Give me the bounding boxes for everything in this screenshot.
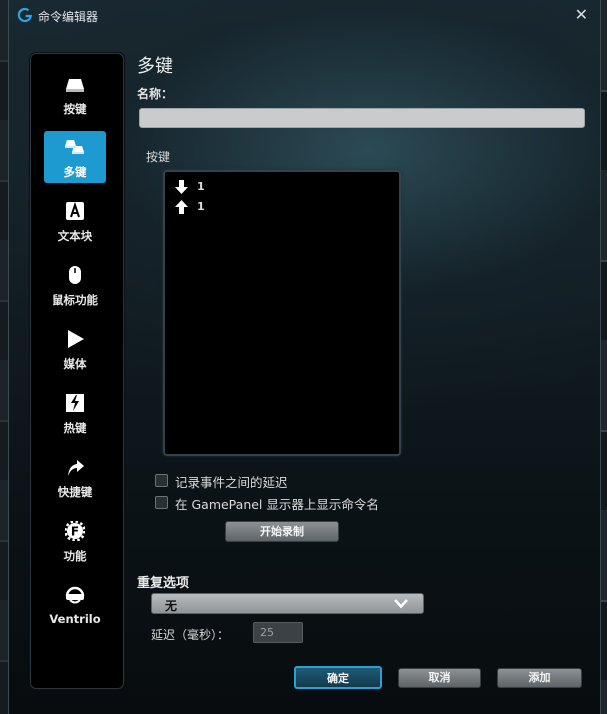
sidebar-item-label: 多键 — [63, 165, 87, 179]
background-window-left — [0, 0, 8, 714]
sidebar-item-label: 快捷键 — [57, 485, 93, 499]
ok-button[interactable]: 确定 — [294, 666, 382, 689]
sidebar-item-label: 鼠标功能 — [52, 293, 98, 307]
page-title: 多键 — [137, 56, 173, 77]
play-icon — [68, 330, 84, 348]
repeat-options-label: 重复选项 — [137, 576, 190, 591]
key-event-label: 1 — [197, 180, 205, 193]
sidebar-item-label: 按键 — [63, 102, 87, 116]
keycap-icon — [66, 79, 84, 92]
arrow-down-icon — [175, 180, 188, 194]
name-label: 名称： — [137, 87, 174, 101]
delay-label: 延迟（毫秒）： — [151, 628, 230, 642]
close-icon[interactable]: ✕ — [575, 5, 588, 24]
sidebar-item-key[interactable]: 按键 — [44, 68, 106, 120]
sidebar-item-function[interactable]: F 功能 — [44, 515, 106, 567]
function-gear-icon: F — [65, 521, 85, 541]
checkbox-box[interactable] — [155, 496, 168, 509]
svg-text:F: F — [71, 525, 79, 539]
keys-label: 按键 — [146, 150, 171, 164]
sidebar-item-text-block[interactable]: 文本块 — [44, 195, 106, 247]
keystroke-list[interactable]: 1 1 — [163, 170, 401, 456]
checkbox-box[interactable] — [155, 474, 168, 487]
command-editor-dialog: 命令编辑器 ✕ 按键 多键 文本块 鼠标功能 媒体 热键 快捷键 F 功能 Ve… — [8, 0, 601, 714]
multikey-icon — [65, 140, 84, 154]
checkbox-label: 记录事件之间的延迟 — [175, 475, 288, 490]
sidebar-item-label: 热键 — [63, 421, 87, 435]
sidebar-item-label: 文本块 — [57, 229, 93, 243]
add-button[interactable]: 添加 — [497, 668, 582, 688]
cancel-button[interactable]: 取消 — [398, 668, 481, 688]
arrow-up-icon — [175, 200, 188, 214]
shortcut-arrow-icon — [68, 460, 84, 476]
name-input[interactable] — [139, 108, 585, 128]
sidebar-item-label: Ventrilo — [49, 612, 101, 626]
command-type-sidebar: 按键 多键 文本块 鼠标功能 媒体 热键 快捷键 F 功能 Ventrilo — [30, 53, 124, 689]
key-event-label: 1 — [197, 200, 205, 213]
repeat-options-select[interactable]: 无 — [151, 593, 424, 614]
title-bar: 命令编辑器 ✕ — [9, 0, 600, 32]
delay-input[interactable]: 25 — [253, 622, 303, 643]
sidebar-item-label: 功能 — [63, 549, 87, 563]
logitech-g-logo-icon — [17, 7, 33, 23]
headset-icon — [65, 586, 85, 604]
sidebar-item-multikey[interactable]: 多键 — [44, 131, 106, 183]
text-block-icon — [66, 201, 84, 220]
chevron-down-icon — [394, 599, 408, 609]
hotkey-icon — [66, 394, 84, 412]
sidebar-item-ventrilo[interactable]: Ventrilo — [44, 579, 106, 631]
start-recording-button[interactable]: 开始录制 — [225, 521, 339, 542]
repeat-options-value: 无 — [165, 599, 178, 613]
sidebar-item-hotkey[interactable]: 热键 — [44, 387, 106, 439]
mouse-icon — [69, 266, 81, 284]
checkbox-label: 在 GamePanel 显示器上显示命令名 — [175, 497, 379, 512]
sidebar-item-mouse[interactable]: 鼠标功能 — [44, 259, 106, 311]
sidebar-item-shortcut[interactable]: 快捷键 — [44, 451, 106, 503]
sidebar-item-label: 媒体 — [63, 357, 87, 371]
sidebar-item-media[interactable]: 媒体 — [44, 323, 106, 375]
window-title: 命令编辑器 — [38, 10, 99, 24]
